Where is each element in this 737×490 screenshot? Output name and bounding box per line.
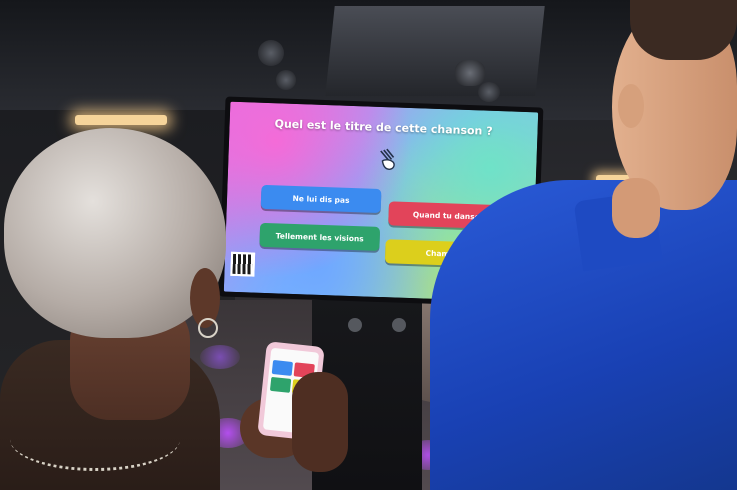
quiz-question: Quel est le titre de cette chanson ? — [274, 117, 493, 138]
stage-spotlight — [455, 60, 485, 86]
qr-code-icon — [230, 251, 256, 277]
phone-answer-tile[interactable] — [269, 376, 292, 393]
man-hair — [630, 0, 737, 60]
answer-button[interactable]: Tellement les visions — [259, 222, 381, 251]
stand-knob — [348, 318, 362, 332]
photo-scene: Quel est le titre de cette chanson ? Ne … — [0, 0, 737, 490]
stand-knob — [392, 318, 406, 332]
phone-answer-tile[interactable] — [271, 359, 294, 376]
floor-light — [200, 345, 240, 369]
man-hand — [612, 178, 660, 238]
hand-pointer-icon — [380, 148, 395, 170]
ceiling-light-left — [75, 115, 167, 125]
necklace — [10, 408, 180, 471]
stage-spotlight — [478, 82, 500, 102]
earring — [198, 318, 218, 338]
stage-spotlight — [258, 40, 284, 66]
stage-spotlight — [276, 70, 296, 90]
answer-button[interactable]: Ne lui dis pas — [260, 184, 382, 213]
man-ear — [618, 84, 644, 128]
woman-hand — [292, 372, 348, 472]
ceiling-panel — [325, 6, 545, 96]
